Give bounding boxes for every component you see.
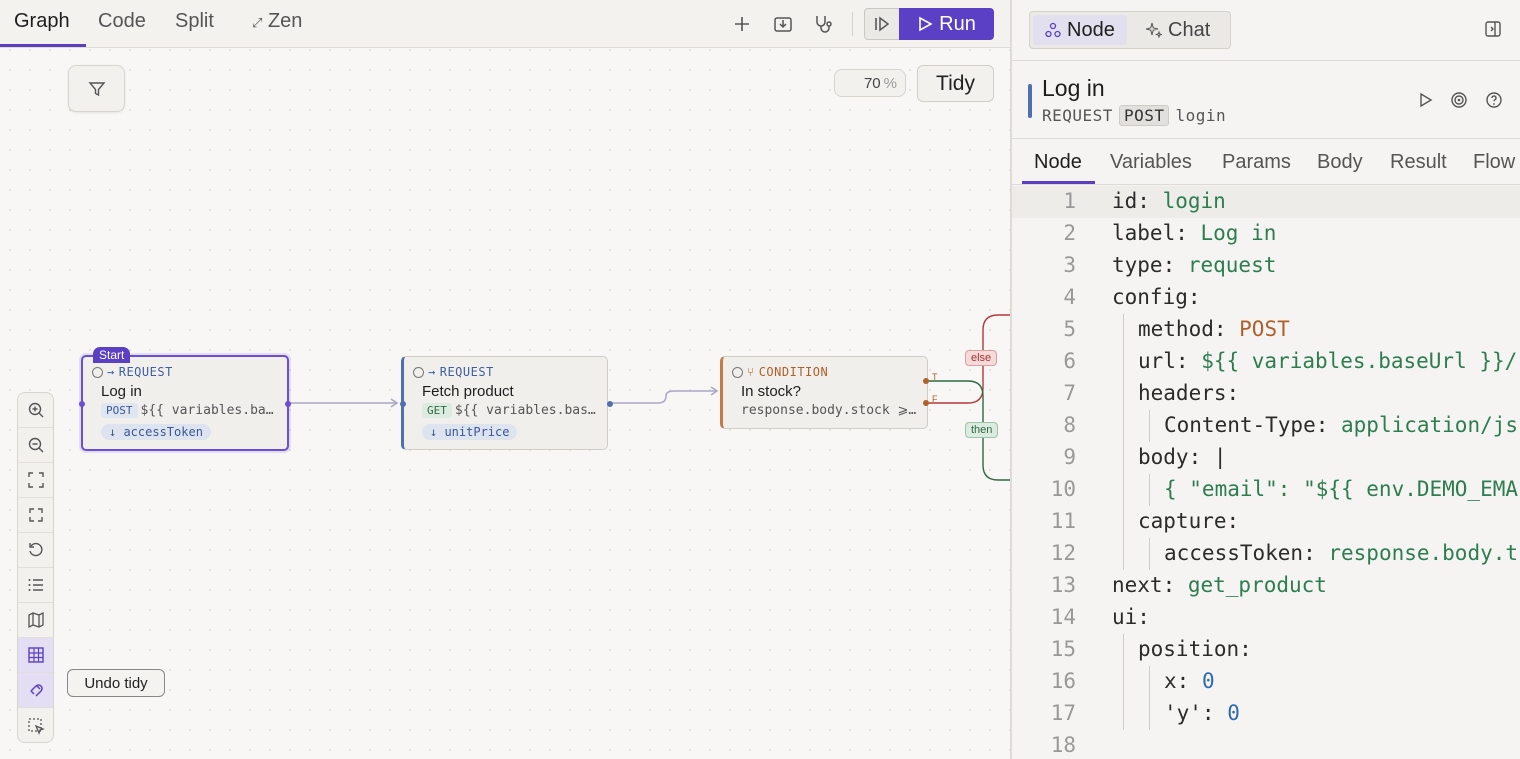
subtab-variables[interactable]: Variables bbox=[1110, 151, 1192, 174]
grid-icon[interactable] bbox=[18, 638, 53, 673]
run-node-icon[interactable] bbox=[1416, 91, 1434, 114]
collapse-panel-icon[interactable] bbox=[1484, 20, 1502, 43]
node-kind-stripe bbox=[1028, 84, 1032, 118]
node-title: In stock? bbox=[741, 383, 802, 400]
code-line: 4 config: bbox=[1063, 285, 1201, 309]
true-port-label: T bbox=[932, 372, 938, 382]
code-line: 12 accessToken: response.body.t bbox=[1050, 541, 1519, 565]
node-url: POST ${{ variables.ba… bbox=[101, 403, 283, 418]
inspector-panel: Node Chat Log in REQUEST POST login Node… bbox=[1010, 0, 1520, 759]
method-chip: POST bbox=[1118, 105, 1170, 126]
false-port[interactable] bbox=[923, 400, 929, 406]
node-header: Log in REQUEST POST login bbox=[1012, 60, 1520, 139]
edge-label-else: else bbox=[965, 350, 998, 366]
code-line: 5 method: POST bbox=[1063, 317, 1290, 341]
help-icon[interactable] bbox=[1485, 91, 1503, 114]
node-type-label: → REQUEST bbox=[92, 365, 173, 379]
subtab-params[interactable]: Params bbox=[1222, 151, 1291, 174]
code-line: 2 label: Log in bbox=[1063, 221, 1277, 245]
false-port-label: F bbox=[932, 394, 938, 404]
method-badge: GET bbox=[422, 403, 452, 418]
node-title: Log in bbox=[101, 383, 142, 400]
fit-view-icon[interactable] bbox=[18, 463, 53, 498]
sparkle-icon bbox=[1146, 22, 1162, 38]
method-badge: POST bbox=[101, 403, 138, 418]
active-subtab-indicator bbox=[1022, 181, 1095, 184]
code-line: 16 x: 0 bbox=[1050, 669, 1215, 693]
select-area-icon[interactable] bbox=[18, 708, 53, 742]
map-icon[interactable] bbox=[18, 603, 53, 638]
reset-icon[interactable] bbox=[18, 533, 53, 568]
zoom-in-icon[interactable] bbox=[18, 393, 53, 428]
subtab-body[interactable]: Body bbox=[1317, 151, 1363, 174]
graph-canvas[interactable]: Graph Code Split ⤢ Zen Run 70% Tidy Star… bbox=[0, 0, 1010, 759]
fullscreen-icon[interactable] bbox=[18, 498, 53, 533]
code-line: 9 body: | bbox=[1063, 445, 1227, 469]
input-port[interactable] bbox=[79, 401, 85, 407]
canvas-tool-rail bbox=[17, 392, 54, 743]
code-line: 13 next: get_product bbox=[1050, 573, 1327, 597]
target-icon[interactable] bbox=[1450, 91, 1468, 114]
node-title: Fetch product bbox=[422, 383, 514, 400]
output-port[interactable] bbox=[285, 401, 291, 407]
status-circle-icon bbox=[92, 366, 103, 378]
list-icon[interactable] bbox=[18, 568, 53, 603]
capture-chip: ↓ accessToken bbox=[101, 424, 211, 440]
code-line: 10{ "email": "${{ env.DEMO_EMA bbox=[1050, 477, 1519, 501]
subtab-flow[interactable]: Flow bbox=[1473, 151, 1515, 174]
tab-chat[interactable]: Chat bbox=[1134, 15, 1222, 45]
yaml-editor[interactable]: 1 id: login 2 label: Log in 3 type: request… bbox=[1012, 186, 1520, 759]
subtab-node[interactable]: Node bbox=[1034, 151, 1082, 174]
panel-mode-tabs: Node Chat bbox=[1029, 11, 1231, 49]
status-circle-icon bbox=[732, 366, 743, 378]
code-line: 17'y': 0 bbox=[1050, 701, 1240, 725]
capture-chip: ↓ unitPrice bbox=[422, 424, 518, 440]
code-line: 11 capture: bbox=[1050, 509, 1240, 533]
node-meta: REQUEST POST login bbox=[1042, 105, 1227, 126]
edge-label-then: then bbox=[965, 422, 999, 438]
node-login[interactable]: Start → REQUEST Log in POST ${{ variables.… bbox=[79, 347, 291, 451]
code-line: 7 headers: bbox=[1063, 381, 1240, 405]
undo-tidy-button[interactable]: Undo tidy bbox=[67, 669, 165, 697]
node-url: GET ${{ variables.bas… bbox=[422, 403, 604, 418]
output-port[interactable] bbox=[607, 401, 613, 407]
start-badge: Start bbox=[93, 347, 131, 363]
code-line: 14 ui: bbox=[1050, 605, 1150, 629]
node-fetch-product[interactable]: → REQUEST Fetch product GET ${{ variables.… bbox=[400, 356, 613, 450]
code-line: 3 type: request bbox=[1063, 253, 1277, 277]
magnet-icon[interactable] bbox=[18, 673, 53, 708]
node-expression: response.body.stock ⩾… bbox=[741, 403, 917, 418]
nodes-icon bbox=[1045, 22, 1061, 38]
zoom-out-icon[interactable] bbox=[18, 428, 53, 463]
subtab-result[interactable]: Result bbox=[1390, 151, 1447, 174]
tab-node[interactable]: Node bbox=[1033, 15, 1127, 45]
true-port[interactable] bbox=[923, 378, 929, 384]
node-title: Log in bbox=[1042, 75, 1105, 101]
code-line: 18 bbox=[1050, 733, 1076, 757]
code-line: 6 url: ${{ variables.baseUrl }}/ bbox=[1063, 349, 1518, 373]
code-line: 8 Content-Type: application/js bbox=[1063, 413, 1519, 437]
code-line: 15 position: bbox=[1050, 637, 1252, 661]
node-type-label: → REQUEST bbox=[413, 365, 494, 379]
node-in-stock[interactable]: ⑂ CONDITION In stock? response.body.stock… bbox=[720, 356, 938, 429]
status-circle-icon bbox=[413, 366, 424, 378]
code-line: 1 id: login bbox=[1012, 186, 1520, 218]
node-type-label: ⑂ CONDITION bbox=[732, 365, 828, 379]
node-sub-tabs: Node Variables Params Body Result Flow bbox=[1012, 140, 1520, 185]
input-port[interactable] bbox=[400, 401, 406, 407]
